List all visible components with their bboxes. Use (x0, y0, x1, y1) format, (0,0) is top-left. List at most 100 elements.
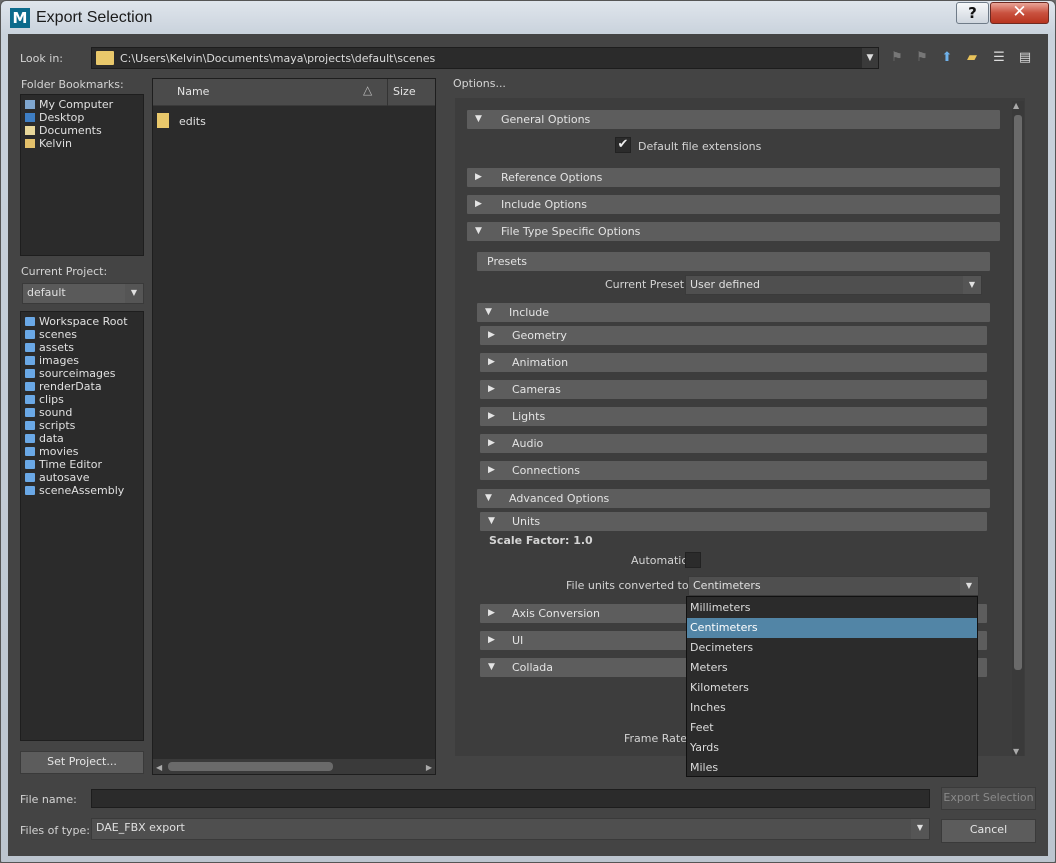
frame-cameras[interactable]: ▶ Cameras (480, 380, 987, 399)
collapse-triangle-icon: ▼ (485, 493, 492, 503)
expand-triangle-icon: ▶ (475, 172, 482, 182)
list-item-label: sourceimages (39, 367, 116, 380)
automatic-checkbox[interactable] (685, 552, 701, 568)
list-item[interactable]: autosave (25, 471, 90, 484)
list-view-icon[interactable]: ☰ (991, 50, 1007, 66)
current-preset-dropdown[interactable]: User defined ▼ (685, 275, 982, 295)
list-item[interactable]: images (25, 354, 79, 367)
current-project-dropdown[interactable]: default ▼ (22, 283, 144, 304)
frame-label: Connections (512, 464, 580, 477)
scroll-thumb[interactable] (1014, 115, 1022, 670)
forward-icon[interactable]: ⚑ (914, 50, 930, 66)
new-folder-icon[interactable]: ▰ (964, 50, 980, 66)
bookmarks-list: My Computer Desktop Documents Kelvin (20, 94, 144, 256)
scroll-down-icon[interactable]: ▼ (1013, 747, 1019, 756)
scroll-right-icon[interactable]: ▶ (426, 763, 432, 772)
bookmark-kelvin[interactable]: Kelvin (25, 137, 72, 150)
frame-advanced-options[interactable]: ▼ Advanced Options (477, 489, 990, 508)
list-item-label: Kelvin (39, 137, 73, 150)
expand-triangle-icon: ▶ (475, 199, 482, 209)
chevron-down-icon[interactable]: ▼ (963, 276, 981, 294)
list-item[interactable]: scenes (25, 328, 77, 341)
list-item[interactable]: sound (25, 406, 72, 419)
frame-lights[interactable]: ▶ Lights (480, 407, 987, 426)
list-item[interactable]: scripts (25, 419, 75, 432)
vertical-scrollbar[interactable]: ▲ ▼ (1012, 101, 1024, 756)
menu-item-feet[interactable]: Feet (687, 718, 977, 738)
list-item[interactable]: movies (25, 445, 79, 458)
folder-icon (25, 473, 35, 482)
look-in-path: C:\Users\Kelvin\Documents\maya\projects\… (120, 52, 436, 65)
window-title: Export Selection (36, 9, 153, 26)
file-name-input[interactable] (91, 789, 930, 808)
bookmark-my-computer[interactable]: My Computer (25, 98, 113, 111)
file-units-dropdown[interactable]: Centimeters ▼ (688, 576, 979, 596)
frame-file-type-specific[interactable]: ▼ File Type Specific Options (467, 222, 1000, 241)
cancel-button[interactable]: Cancel (941, 819, 1036, 843)
list-item[interactable]: data (25, 432, 64, 445)
list-item-label: Workspace Root (39, 315, 128, 328)
frame-label: Geometry (512, 329, 567, 342)
files-of-type-value: DAE_FBX export (96, 821, 185, 834)
frame-presets[interactable]: Presets (477, 252, 990, 271)
files-of-type-dropdown[interactable]: DAE_FBX export ▼ (91, 818, 930, 840)
frame-include[interactable]: ▼ Include (477, 303, 990, 322)
frame-include-options[interactable]: ▶ Include Options (467, 195, 1000, 214)
scroll-left-icon[interactable]: ◀ (156, 763, 162, 772)
frame-geometry[interactable]: ▶ Geometry (480, 326, 987, 345)
menu-item-centimeters[interactable]: Centimeters (687, 618, 977, 638)
list-item[interactable]: clips (25, 393, 64, 406)
list-item[interactable]: Workspace Root (25, 315, 128, 328)
frame-reference-options[interactable]: ▶ Reference Options (467, 168, 1000, 187)
frame-animation[interactable]: ▶ Animation (480, 353, 987, 372)
frame-general-options[interactable]: ▼ General Options (467, 110, 1000, 129)
default-extensions-label: Default file extensions (638, 140, 762, 153)
look-in-dropdown[interactable]: C:\Users\Kelvin\Documents\maya\projects\… (91, 47, 879, 69)
horizontal-scrollbar[interactable]: ◀ ▶ (153, 759, 435, 774)
frame-units[interactable]: ▼ Units (480, 512, 987, 531)
list-item-label: Documents (39, 124, 102, 137)
scroll-thumb[interactable] (168, 762, 333, 771)
frame-audio[interactable]: ▶ Audio (480, 434, 987, 453)
menu-item-millimeters[interactable]: Millimeters (687, 598, 977, 618)
menu-item-yards[interactable]: Yards (687, 738, 977, 758)
close-button[interactable]: ✕ (990, 2, 1049, 24)
look-in-label: Look in: (20, 52, 63, 65)
bookmark-desktop[interactable]: Desktop (25, 111, 84, 124)
chevron-down-icon[interactable]: ▼ (862, 48, 878, 68)
help-button[interactable]: ? (956, 2, 989, 24)
menu-item-inches[interactable]: Inches (687, 698, 977, 718)
menu-item-decimeters[interactable]: Decimeters (687, 638, 977, 658)
column-size-header[interactable]: Size (393, 85, 416, 98)
expand-triangle-icon: ▶ (488, 357, 495, 367)
column-name-header[interactable]: Name (177, 85, 209, 98)
sort-ascending-icon[interactable]: △ (363, 83, 372, 97)
default-extensions-checkbox[interactable]: ✔ (615, 137, 631, 153)
list-item[interactable]: assets (25, 341, 74, 354)
current-project-label: Current Project: (21, 265, 108, 278)
menu-item-meters[interactable]: Meters (687, 658, 977, 678)
chevron-down-icon[interactable]: ▼ (960, 577, 978, 595)
menu-item-kilometers[interactable]: Kilometers (687, 678, 977, 698)
up-folder-icon[interactable]: ⬆ (939, 50, 955, 66)
bookmark-documents[interactable]: Documents (25, 124, 102, 137)
chevron-down-icon[interactable]: ▼ (911, 819, 929, 839)
file-row[interactable]: edits (157, 113, 206, 129)
scroll-up-icon[interactable]: ▲ (1013, 101, 1019, 110)
export-selection-button[interactable]: Export Selection (941, 787, 1036, 810)
computer-icon (25, 100, 35, 109)
frame-label: General Options (501, 113, 591, 126)
list-item[interactable]: sourceimages (25, 367, 116, 380)
frame-connections[interactable]: ▶ Connections (480, 461, 987, 480)
detail-view-icon[interactable]: ▤ (1017, 50, 1033, 66)
maya-logo-icon: M (10, 8, 30, 28)
list-item[interactable]: sceneAssembly (25, 484, 124, 497)
folder-icon (25, 317, 35, 326)
frame-label: Axis Conversion (512, 607, 600, 620)
back-icon[interactable]: ⚑ (889, 50, 905, 66)
list-item[interactable]: Time Editor (25, 458, 102, 471)
set-project-button[interactable]: Set Project... (20, 751, 144, 774)
chevron-down-icon[interactable]: ▼ (125, 284, 143, 303)
menu-item-miles[interactable]: Miles (687, 758, 977, 778)
list-item[interactable]: renderData (25, 380, 102, 393)
